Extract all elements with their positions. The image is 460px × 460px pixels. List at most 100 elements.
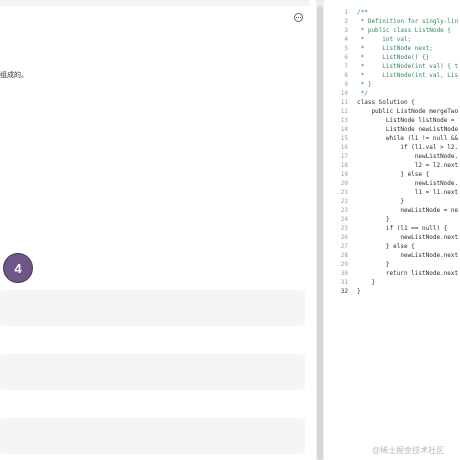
code-text: public ListNode mergeTwo [357, 108, 459, 115]
line-number: 15 [340, 135, 348, 142]
pane-scrollbar-thumb[interactable] [317, 6, 323, 460]
line-number: 8 [344, 72, 348, 79]
code-line[interactable]: 27 } else { [330, 242, 460, 251]
line-number: 5 [344, 45, 348, 52]
code-text: } [357, 288, 361, 295]
step-number-badge: 4 [3, 253, 33, 283]
line-number: 11 [340, 99, 348, 106]
code-text: * } [357, 81, 372, 88]
code-text: /** [357, 9, 368, 16]
line-number: 6 [344, 54, 348, 61]
line-number: 22 [340, 198, 348, 205]
code-text: } [357, 279, 376, 286]
line-number: 18 [340, 162, 348, 169]
code-line[interactable]: 5 * ListNode next; [330, 44, 460, 53]
line-number: 31 [340, 279, 348, 286]
code-line[interactable]: 12 public ListNode mergeTwo [330, 107, 460, 116]
example-card-2 [0, 354, 305, 390]
line-number: 32 [340, 288, 348, 295]
code-line[interactable]: 25 if (l1 == null) { [330, 224, 460, 233]
code-line[interactable]: 4 * int val; [330, 35, 460, 44]
code-text: } [357, 261, 390, 268]
line-number: 24 [340, 216, 348, 223]
line-number: 13 [340, 117, 348, 124]
code-line[interactable]: 16 if (l1.val > l2. [330, 143, 460, 152]
code-text: ListNode listNode = [357, 117, 455, 124]
code-text: newListNode. [357, 153, 459, 160]
code-text: * Definition for singly-lin [357, 18, 459, 25]
code-text: * ListNode() {} [357, 54, 430, 61]
code-line[interactable]: 20 newListNode. [330, 179, 460, 188]
code-line[interactable]: 18 l2 = l2.next [330, 161, 460, 170]
code-line[interactable]: 32} [330, 287, 460, 296]
line-number: 16 [340, 144, 348, 151]
line-number: 27 [340, 243, 348, 250]
code-line[interactable]: 7 * ListNode(int val) { t [330, 62, 460, 71]
code-text: ListNode newListNode [357, 126, 459, 133]
line-number: 17 [340, 153, 348, 160]
code-line[interactable]: 8 * ListNode(int val, Lis [330, 71, 460, 80]
code-text: * public class ListNode { [357, 27, 451, 34]
line-number: 12 [340, 108, 348, 115]
line-number: 19 [340, 171, 348, 178]
watermark: @稀土掘金技术社区 [372, 446, 445, 455]
code-text: newListNode.next [357, 234, 459, 241]
code-line[interactable]: 10 */ [330, 89, 460, 98]
code-line[interactable]: 23 newListNode = ne [330, 206, 460, 215]
code-line[interactable]: 17 newListNode. [330, 152, 460, 161]
code-text: if (l1.val > l2. [357, 144, 459, 151]
line-number: 14 [340, 126, 348, 133]
line-number: 10 [340, 90, 348, 97]
problem-description-text: 组成的。 [0, 72, 28, 79]
code-editor[interactable]: 1/** 2 * Definition for singly-lin 3 * pub… [330, 0, 460, 460]
code-line[interactable]: 26 newListNode.next [330, 233, 460, 242]
code-line[interactable]: 14 ListNode newListNode [330, 125, 460, 134]
code-line[interactable]: 28 newListNode.next [330, 251, 460, 260]
code-line[interactable]: 15 while (l1 != null && [330, 134, 460, 143]
code-line[interactable]: 11 class Solution { [330, 98, 460, 107]
more-options-icon[interactable] [294, 13, 303, 22]
code-text: return listNode.next [357, 270, 459, 277]
line-number: 3 [344, 27, 348, 34]
code-text: } else { [357, 243, 415, 250]
line-number: 7 [344, 63, 348, 70]
line-number: 26 [340, 234, 348, 241]
problem-pane: 组成的。 4 [0, 0, 316, 460]
code-line[interactable]: 24 } [330, 215, 460, 224]
code-text: l1 = l1.next [357, 189, 459, 196]
code-text: newListNode. [357, 180, 459, 187]
code-text: * int val; [357, 36, 412, 43]
code-text: * ListNode next; [357, 45, 433, 52]
code-text: while (l1 != null && [357, 135, 459, 142]
code-line[interactable]: 1 /** [330, 8, 460, 17]
code-text: } [357, 198, 404, 205]
code-text: } else { [357, 171, 430, 178]
code-line[interactable]: 22 } [330, 197, 460, 206]
code-line[interactable]: 29 } [330, 260, 460, 269]
line-number: 2 [344, 18, 348, 25]
example-card-1 [0, 290, 305, 326]
line-number: 4 [344, 36, 348, 43]
code-line[interactable]: 19 } else { [330, 170, 460, 179]
code-text: newListNode.next [357, 252, 459, 259]
code-text: if (l1 == null) { [357, 225, 448, 232]
code-line[interactable]: 31 } [330, 278, 460, 287]
line-number: 25 [340, 225, 348, 232]
code-line[interactable]: 21 l1 = l1.next [330, 188, 460, 197]
code-line[interactable]: 13 ListNode listNode = [330, 116, 460, 125]
line-number: 28 [340, 252, 348, 259]
code-text: * ListNode(int val, Lis [357, 72, 459, 79]
code-line[interactable]: 30 return listNode.next [330, 269, 460, 278]
code-text: */ [357, 90, 368, 97]
code-line[interactable]: 6 * ListNode() {} [330, 53, 460, 62]
line-number: 21 [340, 189, 348, 196]
code-text: l2 = l2.next [357, 162, 459, 169]
code-text: class Solution { [357, 99, 415, 106]
top-toolbar-strip [0, 0, 310, 6]
example-card-3 [0, 418, 305, 454]
code-line[interactable]: 9 * } [330, 80, 460, 89]
line-number: 1 [344, 9, 348, 16]
code-text: } [357, 216, 390, 223]
code-line[interactable]: 2 * Definition for singly-lin [330, 17, 460, 26]
code-line[interactable]: 3 * public class ListNode { [330, 26, 460, 35]
